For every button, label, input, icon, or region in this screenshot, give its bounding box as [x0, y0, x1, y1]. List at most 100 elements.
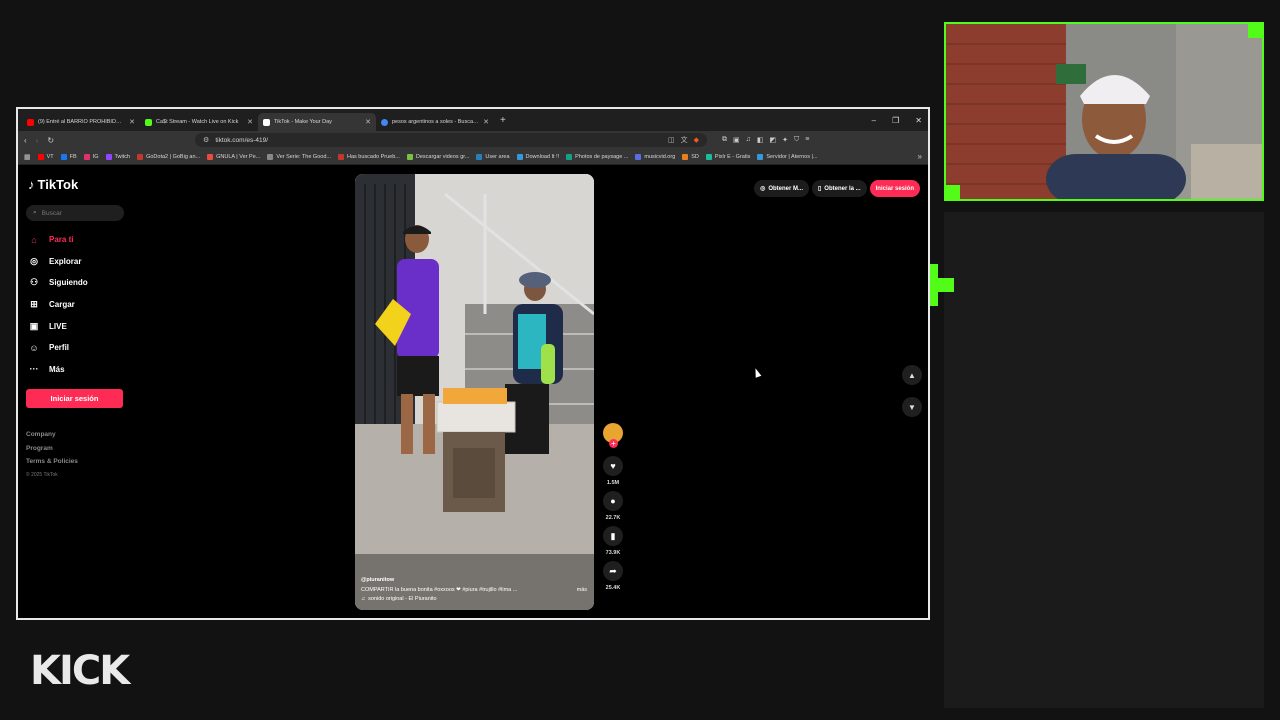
bookmark-item[interactable]: Servidor | Aternos |... — [757, 153, 818, 160]
bookmark-item[interactable]: Has buscado Prueb... — [337, 153, 400, 160]
sidebar-nav: ⌂ Para ti ◎ Explorar ⚇ Siguiendo ⊞ Cargar ▣ LIVE ☺… — [28, 229, 88, 381]
restore-icon[interactable]: ❐ — [892, 116, 899, 125]
shield-icon[interactable]: ⛉ — [794, 136, 799, 144]
video-sound[interactable]: ♫ sonido original - El Piuranito — [361, 596, 587, 602]
share-count: 25.4K — [605, 585, 621, 591]
browser-tab[interactable]: (9) Entré al BARRIO PROHIBIDO de P ✕ — [22, 113, 140, 131]
save-action: ▮ 73.9K — [603, 526, 623, 556]
webcam-feed — [944, 22, 1264, 201]
close-icon[interactable]: ✕ — [247, 118, 253, 126]
search-input[interactable]: ⌕ Buscar — [26, 205, 124, 221]
chevron-down-icon[interactable]: ▼ — [902, 397, 922, 417]
tiktok-note-icon: ♪ — [28, 177, 35, 192]
apps-grid-icon[interactable]: ▦ — [24, 153, 31, 161]
share-icon[interactable]: ➦ — [603, 561, 623, 581]
comment-icon[interactable]: ● — [603, 491, 623, 511]
tiktok-icon — [263, 118, 270, 126]
footer-link-terms[interactable]: Terms & Policies — [26, 458, 78, 472]
streamer-camera — [946, 24, 1262, 199]
menu-icon[interactable]: ≡ — [805, 136, 809, 144]
omnibox[interactable]: ⚙ tiktok.com/es-419/ ◫ 文 ◆ — [195, 133, 708, 147]
sidebar-item-explorar[interactable]: ◎ Explorar — [28, 251, 88, 273]
bookmark-favicon-icon — [476, 153, 483, 160]
get-app-button[interactable]: ◎ Obtener M... — [754, 180, 809, 197]
header-actions: ◎ Obtener M... ▯ Obtener la ... Iniciar se… — [754, 180, 920, 197]
bookmark-item[interactable]: GNULA | Ver Pe... — [207, 153, 260, 160]
footer-link-program[interactable]: Program — [26, 445, 78, 459]
bookmark-item[interactable]: User area — [476, 153, 510, 160]
more-link[interactable]: más — [577, 587, 587, 593]
header-login-button[interactable]: Iniciar sesión — [869, 180, 920, 197]
url-text: tiktok.com/es-419/ — [215, 136, 269, 144]
bookmark-favicon-icon — [705, 153, 712, 160]
music-icon[interactable]: ♫ — [746, 136, 751, 144]
extension-icon[interactable]: ▣ — [733, 136, 740, 144]
close-icon[interactable]: ✕ — [365, 118, 371, 126]
close-window-icon[interactable]: ✕ — [915, 116, 922, 125]
puzzle-icon[interactable]: ✦ — [782, 136, 788, 144]
upload-icon: ⊞ — [30, 299, 38, 310]
bookmark-item[interactable]: VT — [37, 153, 54, 160]
bookmark-item[interactable]: Descargar videos gr... — [406, 153, 469, 160]
video-username[interactable]: @piuranitow — [361, 577, 587, 583]
sidebar-item-live[interactable]: ▣ LIVE — [28, 315, 88, 337]
bookmark-item[interactable]: Twitch — [105, 153, 130, 160]
translate-icon[interactable]: 文 — [681, 135, 688, 145]
stream-layout: (9) Entré al BARRIO PROHIBIDO de P ✕ Ca$t… — [0, 0, 1280, 720]
bookmark-favicon-icon — [682, 153, 689, 160]
comment-count: 22.7K — [605, 515, 621, 521]
bookmarks-overflow-icon[interactable]: » — [918, 152, 922, 161]
extension-icon[interactable]: ◩ — [770, 136, 777, 144]
chevron-up-icon[interactable]: ▲ — [902, 365, 922, 385]
sidebar-item-para-ti[interactable]: ⌂ Para ti — [28, 229, 88, 251]
cast-icon[interactable]: ◫ — [668, 136, 675, 144]
heart-icon[interactable]: ♥ — [603, 456, 623, 476]
close-icon[interactable]: ✕ — [129, 118, 135, 126]
creator-avatar[interactable] — [603, 423, 623, 448]
bookmark-item[interactable]: Photos de paysage ... — [566, 153, 628, 160]
forward-icon[interactable]: › — [36, 136, 39, 145]
bookmark-item[interactable]: musicvid.org — [635, 153, 675, 160]
bookmark-item[interactable]: Ver Serie: The Good... — [267, 153, 331, 160]
following-icon: ⚇ — [29, 277, 39, 288]
sidebar-item-perfil[interactable]: ☺ Perfil — [28, 337, 88, 359]
back-icon[interactable]: ‹ — [24, 136, 27, 145]
browser-tab[interactable]: Ca$t Stream - Watch Live on Kick ✕ — [140, 113, 258, 131]
bookmark-item[interactable]: SD — [682, 153, 699, 160]
browser-tab[interactable]: pesos argentinos a soles - Buscar con ✕ — [376, 113, 494, 131]
bookmark-item[interactable]: Download It !! — [516, 153, 559, 160]
bookmark-favicon-icon — [60, 153, 67, 160]
tiktok-logo[interactable]: ♪ TikTok — [28, 177, 78, 192]
kick-icon — [145, 118, 152, 126]
close-icon[interactable]: ✕ — [483, 118, 489, 126]
video-navigation: ▲ ▼ — [902, 365, 922, 417]
bookmark-item[interactable]: FB — [60, 153, 77, 160]
bookmark-favicon-icon — [757, 153, 764, 160]
login-button[interactable]: Iniciar sesión — [26, 389, 123, 408]
reload-icon[interactable]: ↻ — [47, 136, 54, 145]
get-pc-app-button[interactable]: ▯ Obtener la ... — [811, 180, 867, 197]
site-info-icon[interactable]: ⚙ — [203, 136, 209, 144]
music-note-icon: ♫ — [361, 596, 366, 602]
sidebar-item-más[interactable]: ··· Más — [28, 359, 88, 381]
bookmark-icon[interactable]: ▮ — [603, 526, 623, 546]
bookmark-item[interactable]: IG — [83, 153, 99, 160]
video-player[interactable]: @piuranitow COMPARTIR la buena bonita #o… — [355, 174, 594, 610]
bookmark-item[interactable]: Pixlr E - Gratis — [705, 153, 750, 160]
compass-icon: ◎ — [30, 255, 38, 266]
minimize-icon[interactable]: – — [872, 116, 876, 125]
footer-link-company[interactable]: Company — [26, 431, 78, 445]
copyright: © 2025 TikTok — [26, 471, 58, 478]
bookmark-item[interactable]: GoDota2 | GoBig an... — [137, 153, 200, 160]
sidebar-item-cargar[interactable]: ⊞ Cargar — [28, 294, 88, 316]
sidebar-item-siguiendo[interactable]: ⚇ Siguiendo — [28, 272, 88, 294]
comment-action: ● 22.7K — [603, 491, 623, 521]
browser-tab-active[interactable]: TikTok - Make Your Day ✕ — [258, 113, 376, 131]
extension-icon[interactable]: ⧉ — [722, 136, 727, 144]
bookmark-favicon-icon — [137, 153, 144, 160]
browser-window: (9) Entré al BARRIO PROHIBIDO de P ✕ Ca$t… — [16, 107, 930, 620]
extension-icon[interactable]: ◧ — [757, 136, 764, 144]
brave-shield-icon[interactable]: ◆ — [694, 136, 699, 144]
new-tab-button[interactable]: + — [500, 115, 506, 126]
tiktok-page: ♪ TikTok ⌕ Buscar ⌂ Para ti ◎ Explorar ⚇ Sigu… — [18, 165, 928, 618]
